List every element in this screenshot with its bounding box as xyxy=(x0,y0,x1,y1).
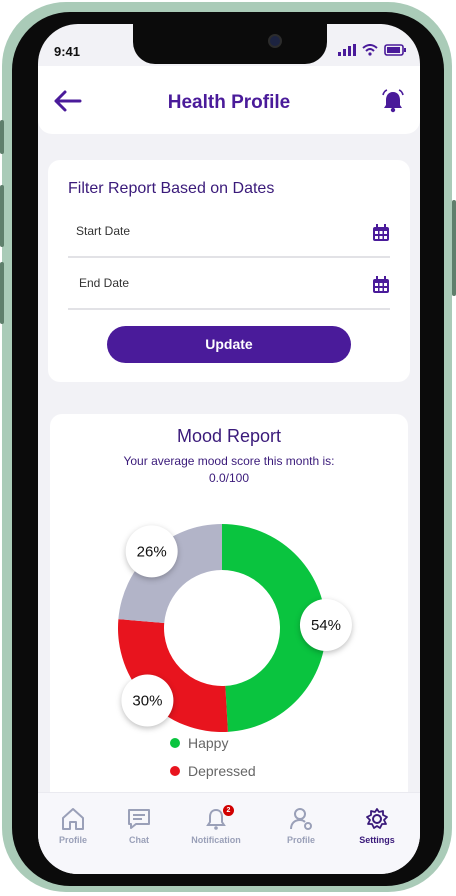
side-button-mute xyxy=(0,120,4,154)
tab-label: Chat xyxy=(129,835,149,845)
alarm-bell-icon[interactable] xyxy=(380,88,406,114)
app-header: Health Profile xyxy=(38,66,420,134)
user-icon xyxy=(290,808,312,830)
camera-icon xyxy=(268,34,282,48)
side-button-power xyxy=(452,200,456,296)
update-button[interactable]: Update xyxy=(107,326,351,363)
bottom-tab-bar: Profile Chat 2 Notification Profile Sett… xyxy=(38,792,420,874)
tab-label: Profile xyxy=(58,835,87,845)
tab-profile[interactable]: Profile xyxy=(266,807,336,845)
tab-chat[interactable]: Chat xyxy=(104,807,174,845)
side-button-volume-up xyxy=(0,185,4,247)
slice-label-neutral: 26% xyxy=(137,543,167,560)
notification-badge: 2 xyxy=(223,805,234,816)
calendar-icon[interactable] xyxy=(372,224,390,242)
legend-label-depressed: Depressed xyxy=(188,763,256,779)
filter-title: Filter Report Based on Dates xyxy=(68,180,275,197)
status-time: 9:41 xyxy=(54,44,81,59)
end-date-label: End Date xyxy=(79,276,130,290)
mood-report-card: Mood Report Your average mood score this… xyxy=(50,414,408,834)
legend-swatch-depressed xyxy=(170,766,180,776)
slice-label-happy: 54% xyxy=(311,617,341,634)
legend-item-depressed: Depressed xyxy=(170,763,256,779)
tab-settings[interactable]: Settings xyxy=(342,807,412,845)
start-date-label: Start Date xyxy=(76,224,131,238)
home-icon xyxy=(62,808,84,830)
tab-label: Profile xyxy=(286,835,315,845)
gear-icon xyxy=(366,808,388,829)
end-date-field[interactable]: End Date xyxy=(68,266,390,310)
tab-label: Notification xyxy=(191,835,241,845)
legend-label-happy: Happy xyxy=(188,735,229,751)
tab-label: Settings xyxy=(359,835,395,845)
status-icons xyxy=(338,44,406,56)
wifi-icon xyxy=(362,44,378,56)
side-button-volume-down xyxy=(0,262,4,324)
calendar-icon[interactable] xyxy=(372,276,390,294)
tab-profile-home[interactable]: Profile xyxy=(38,807,108,845)
page-title: Health Profile xyxy=(167,92,291,113)
slice-label-depressed: 30% xyxy=(132,692,162,709)
notch xyxy=(133,24,327,64)
start-date-field[interactable]: Start Date xyxy=(68,214,390,258)
app-screen: 9:41 Health Profile Filter Report Based … xyxy=(38,24,420,874)
signal-icon xyxy=(338,44,356,56)
chat-icon xyxy=(128,809,150,829)
legend-swatch-happy xyxy=(170,738,180,748)
battery-icon xyxy=(384,44,406,56)
tab-notification[interactable]: 2 Notification xyxy=(181,805,251,845)
legend-item-happy: Happy xyxy=(170,735,228,751)
filter-card: Filter Report Based on Dates Start Date … xyxy=(48,160,410,382)
